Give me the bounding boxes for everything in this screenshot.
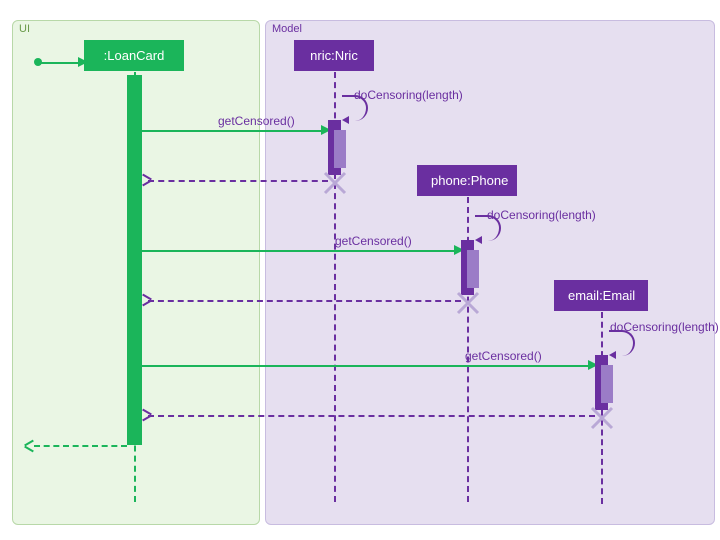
return-loancard-external-arrow xyxy=(24,439,34,451)
msg-getcensored-phone xyxy=(142,250,460,252)
msg-getcensored-nric xyxy=(142,130,327,132)
activation-email-inner xyxy=(601,365,613,403)
return-nric-arrow xyxy=(142,174,152,184)
activation-phone-inner xyxy=(467,250,479,288)
participant-loancard: :LoanCard xyxy=(84,40,184,71)
return-phone-arrow xyxy=(142,294,152,304)
msg-getcensored-email xyxy=(142,365,594,367)
return-phone xyxy=(148,300,461,302)
return-loancard-external xyxy=(34,445,127,447)
self-call-nric-arrow xyxy=(342,116,349,124)
participant-phone: phone:Phone xyxy=(417,165,517,196)
ui-frame-label: UI xyxy=(19,23,30,35)
found-message-origin xyxy=(34,58,42,66)
label-getcensored-email: getCensored() xyxy=(465,349,542,363)
entry-arrowhead xyxy=(78,57,88,67)
participant-email: email:Email xyxy=(554,280,648,311)
destroy-email xyxy=(589,405,615,431)
label-getcensored-nric: getCensored() xyxy=(218,114,295,128)
label-docensoring-phone: doCensoring(length) xyxy=(487,208,596,222)
participant-nric: nric:Nric xyxy=(294,40,374,71)
destroy-nric xyxy=(322,170,348,196)
activation-nric-inner xyxy=(334,130,346,168)
label-docensoring-email: doCensoring(length) xyxy=(610,320,719,334)
self-call-phone-arrow xyxy=(475,236,482,244)
self-call-email-arrow xyxy=(609,351,616,359)
label-docensoring-nric: doCensoring(length) xyxy=(354,88,463,102)
model-frame-label: Model xyxy=(272,23,302,35)
model-frame: Model xyxy=(265,20,715,525)
label-getcensored-phone: getCensored() xyxy=(335,234,412,248)
return-email-arrow xyxy=(142,409,152,419)
return-nric xyxy=(148,180,328,182)
return-email xyxy=(148,415,595,417)
destroy-phone xyxy=(455,290,481,316)
activation-loancard xyxy=(127,75,142,445)
